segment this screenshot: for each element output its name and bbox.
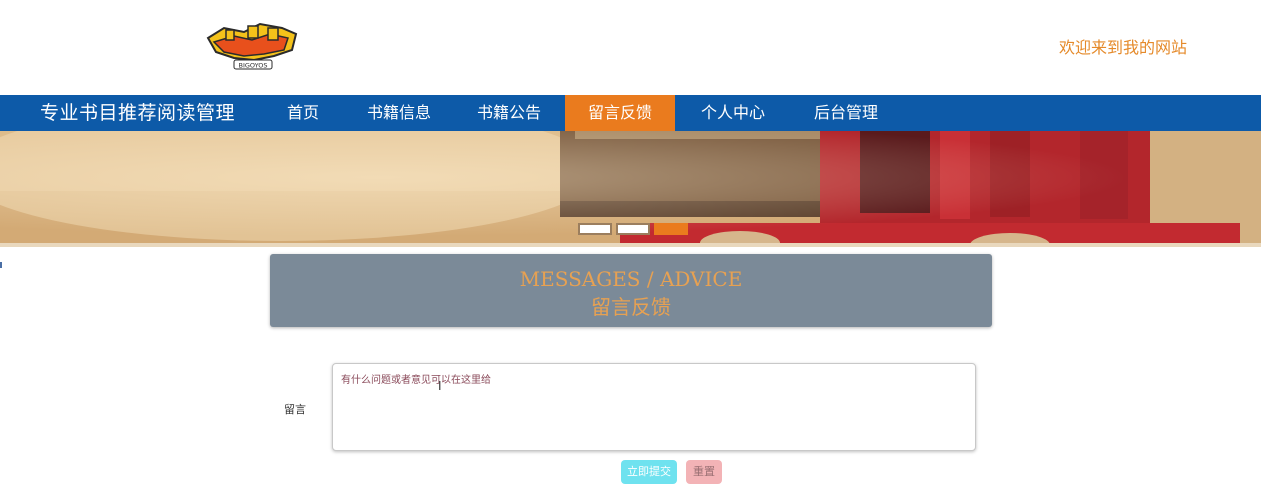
nav-item-admin[interactable]: 后台管理	[801, 95, 891, 131]
carousel-dot-2[interactable]	[616, 223, 650, 235]
section-title-cn: 留言反馈	[591, 295, 671, 319]
submit-button[interactable]: 立即提交	[621, 460, 677, 484]
nav-item-book-info[interactable]: 书籍信息	[354, 95, 444, 131]
text-cursor-icon: I	[438, 379, 442, 393]
side-marker	[0, 262, 2, 268]
carousel-dot-3[interactable]	[654, 223, 688, 235]
nav-item-book-notice[interactable]: 书籍公告	[464, 95, 554, 131]
site-logo[interactable]: BIGOYOS	[204, 22, 300, 70]
nav-item-home[interactable]: 首页	[271, 95, 335, 131]
main-nav: 专业书目推荐阅读管理 首页 书籍信息 书籍公告 留言反馈 个人中心 后台管理	[0, 95, 1261, 131]
message-textarea[interactable]	[332, 363, 976, 451]
nav-item-messages[interactable]: 留言反馈	[565, 95, 675, 131]
message-label: 留言	[284, 403, 306, 416]
nav-item-profile[interactable]: 个人中心	[688, 95, 778, 131]
welcome-text: 欢迎来到我的网站	[1058, 38, 1187, 57]
logo-text: BIGOYOS	[238, 62, 267, 70]
site-name[interactable]: 专业书目推荐阅读管理	[40, 95, 235, 131]
section-title-en: MESSAGES / ADVICE	[519, 267, 743, 291]
carousel-indicators	[578, 223, 688, 235]
carousel-dot-1[interactable]	[578, 223, 612, 235]
reset-button[interactable]: 重置	[686, 460, 722, 484]
section-title-box: MESSAGES / ADVICE 留言反馈	[270, 254, 992, 327]
